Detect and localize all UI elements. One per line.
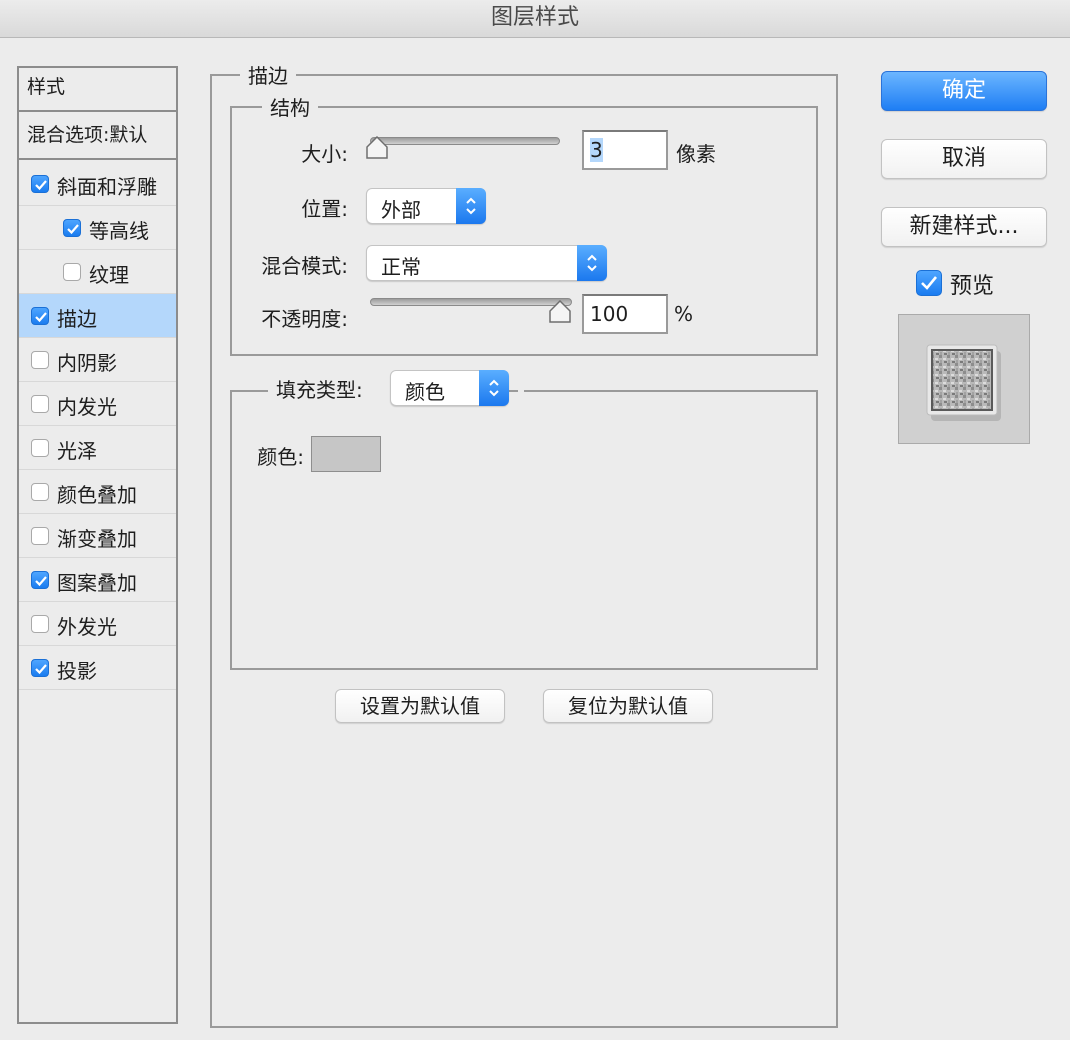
style-item[interactable]: 内阴影 (19, 338, 176, 382)
style-item-label: 渐变叠加 (57, 527, 137, 551)
style-item-label: 图案叠加 (57, 571, 137, 595)
checkmark-icon (35, 664, 47, 675)
blend-mode-value: 正常 (381, 255, 421, 279)
style-item-label: 内阴影 (57, 351, 117, 375)
fill-type-select[interactable]: 颜色 (390, 370, 509, 406)
style-item-label: 描边 (57, 307, 97, 331)
make-default-button[interactable]: 设置为默认值 (335, 689, 505, 723)
blend-mode-select[interactable]: 正常 (366, 245, 607, 281)
style-item-label: 颜色叠加 (57, 483, 137, 507)
preview-checkbox-row[interactable]: 预览 (914, 268, 1034, 299)
style-item[interactable]: 外发光 (19, 602, 176, 646)
updown-arrows-icon (456, 188, 486, 224)
style-item-label: 纹理 (89, 263, 129, 287)
updown-arrows-icon (577, 245, 607, 281)
style-checkbox[interactable] (31, 175, 49, 193)
blend-options-item[interactable]: 混合选项:默认 (19, 112, 176, 160)
opacity-input[interactable]: 100 (582, 294, 668, 334)
style-checkbox[interactable] (31, 659, 49, 677)
checkmark-icon (35, 312, 47, 323)
position-value: 外部 (381, 198, 421, 222)
opacity-label: 不透明度: (261, 307, 348, 331)
style-checkbox[interactable] (31, 439, 49, 457)
style-item[interactable]: 投影 (19, 646, 176, 690)
preview-checkbox[interactable] (916, 270, 942, 296)
style-item[interactable]: 内发光 (19, 382, 176, 426)
checkmark-icon (35, 180, 47, 191)
style-item-label: 外发光 (57, 615, 117, 639)
stroke-legend: 描边 (240, 60, 296, 89)
ok-button[interactable]: 确定 (881, 71, 1047, 111)
blend-mode-label: 混合模式: (261, 254, 348, 278)
styles-header-label: 样式 (27, 76, 66, 98)
style-item-label: 光泽 (57, 439, 97, 463)
styles-panel: 样式 混合选项:默认 斜面和浮雕等高线纹理描边内阴影内发光光泽颜色叠加渐变叠加图… (17, 66, 178, 1024)
new-style-button[interactable]: 新建样式... (881, 207, 1047, 247)
style-checkbox[interactable] (31, 483, 49, 501)
style-item[interactable]: 描边 (19, 294, 176, 338)
opacity-slider-track[interactable] (370, 298, 572, 306)
size-slider-track[interactable] (370, 137, 560, 145)
opacity-slider-thumb[interactable] (549, 299, 571, 324)
style-item[interactable]: 等高线 (19, 206, 176, 250)
style-item[interactable]: 渐变叠加 (19, 514, 176, 558)
reset-default-button[interactable]: 复位为默认值 (543, 689, 713, 723)
position-select[interactable]: 外部 (366, 188, 486, 224)
fill-group (230, 390, 818, 670)
size-value: 3 (590, 138, 603, 162)
fill-bg-cover (518, 380, 524, 400)
style-preview (898, 314, 1030, 444)
blend-options-label: 混合选项:默认 (27, 124, 148, 146)
size-slider-thumb[interactable] (366, 135, 389, 160)
style-item[interactable]: 纹理 (19, 250, 176, 294)
color-label: 颜色: (257, 445, 304, 469)
style-item[interactable]: 颜色叠加 (19, 470, 176, 514)
style-item-label: 斜面和浮雕 (57, 175, 157, 199)
color-swatch[interactable] (311, 436, 381, 472)
style-checkbox[interactable] (31, 571, 49, 589)
style-checkbox[interactable] (31, 395, 49, 413)
style-checkbox[interactable] (31, 527, 49, 545)
size-unit: 像素 (676, 142, 716, 166)
size-label: 大小: (301, 142, 348, 166)
opacity-unit: % (674, 302, 694, 326)
style-checkbox[interactable] (63, 263, 81, 281)
style-item[interactable]: 光泽 (19, 426, 176, 470)
style-item-label: 等高线 (89, 219, 149, 243)
updown-arrows-icon (479, 370, 509, 406)
preview-thumbnail-icon (926, 344, 1001, 421)
style-item[interactable]: 斜面和浮雕 (19, 162, 176, 206)
styles-header[interactable]: 样式 (19, 68, 176, 112)
style-item-label: 投影 (57, 659, 97, 683)
preview-label: 预览 (950, 274, 995, 299)
style-checkbox[interactable] (63, 219, 81, 237)
structure-legend: 结构 (262, 92, 318, 121)
style-item[interactable]: 图案叠加 (19, 558, 176, 602)
opacity-value: 100 (590, 302, 629, 326)
size-input[interactable]: 3 (582, 130, 668, 170)
window-title: 图层样式 (490, 5, 579, 30)
position-label: 位置: (301, 197, 348, 221)
style-checkbox[interactable] (31, 615, 49, 633)
checkmark-icon (921, 276, 938, 290)
style-checkbox[interactable] (31, 307, 49, 325)
checkmark-icon (67, 224, 79, 235)
style-item-label: 内发光 (57, 395, 117, 419)
style-checkbox[interactable] (31, 351, 49, 369)
fill-type-value: 颜色 (405, 380, 445, 404)
checkmark-icon (35, 576, 47, 587)
cancel-button[interactable]: 取消 (881, 139, 1047, 179)
